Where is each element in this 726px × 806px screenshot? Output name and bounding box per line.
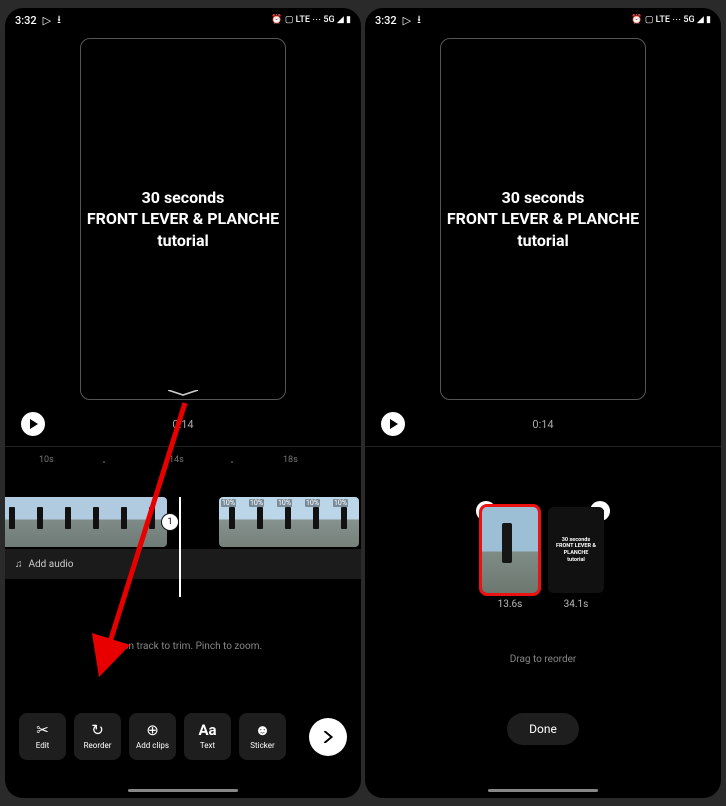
reorder-clip-1[interactable]: 13.6s — [482, 507, 538, 610]
reorder-panel: 13.6s 30 seconds FRONT LEVER & PLANCHE t… — [365, 447, 721, 798]
sticker-button[interactable]: ☻ Sticker — [239, 713, 286, 760]
video-preview[interactable]: 30 seconds FRONT LEVER & PLANCHE tutoria… — [80, 38, 286, 400]
gesture-bar — [488, 789, 598, 792]
reorder-hint: Drag to reorder — [510, 654, 577, 665]
sticker-icon: ☻ — [255, 723, 271, 738]
timeline-hint: Tap on track to trim. Pinch to zoom. — [5, 641, 361, 652]
scissors-icon: ✂ — [36, 723, 49, 738]
play-store-icon: ▷ — [403, 14, 411, 27]
status-bar: 3:32 ▷ ⭳ ⏰ ▢ LTE ⋯ 5G ◢ ▮ — [5, 8, 361, 32]
add-clips-icon: ⊕ — [146, 723, 159, 738]
done-button[interactable]: Done — [507, 713, 579, 745]
clips-row[interactable]: 1 10% 10% 10% 10% 10% — [5, 497, 361, 547]
clip-duration-label: 34.1s — [548, 599, 604, 610]
edit-button[interactable]: ✂ Edit — [19, 713, 66, 760]
toolbar: ✂ Edit ↻ Reorder ⊕ Add clips Aa Text ☻ S… — [5, 713, 361, 760]
text-icon: Aa — [198, 723, 216, 738]
next-button[interactable] — [309, 718, 347, 756]
play-button[interactable] — [381, 412, 405, 436]
chevron-down-icon[interactable] — [168, 381, 198, 387]
clip-duration-label: 13.6s — [482, 599, 538, 610]
clip-2[interactable]: 10% 10% 10% 10% 10% — [219, 497, 359, 547]
right-screenshot: 3:32 ▷ ⭳ ⏰ ▢ LTE ⋯ 5G ◢ ▮ 30 seconds FRO… — [365, 8, 721, 798]
play-store-icon: ▷ — [43, 14, 51, 27]
add-audio-button[interactable]: ♫ Add audio — [5, 549, 361, 579]
video-preview[interactable]: 30 seconds FRONT LEVER & PLANCHE tutoria… — [440, 38, 646, 400]
status-icons-right: ⏰ ▢ LTE ⋯ 5G ◢ ▮ — [271, 15, 351, 25]
preview-text: 30 seconds FRONT LEVER & PLANCHE tutoria… — [447, 187, 639, 252]
clock-label: 3:32 — [375, 14, 397, 27]
current-time-label: 0:14 — [532, 418, 553, 431]
add-clips-button[interactable]: ⊕ Add clips — [129, 713, 176, 760]
timeline-ruler: 10s 14s 18s — [5, 455, 361, 469]
play-button[interactable] — [21, 412, 45, 436]
music-note-icon: ♫ — [15, 559, 23, 570]
text-button[interactable]: Aa Text — [184, 713, 231, 760]
transition-badge[interactable]: 1 — [161, 513, 179, 531]
clip-1[interactable] — [5, 497, 167, 547]
status-bar: 3:32 ▷ ⭳ ⏰ ▢ LTE ⋯ 5G ◢ ▮ — [365, 8, 721, 32]
preview-text: 30 seconds FRONT LEVER & PLANCHE tutoria… — [87, 187, 279, 252]
download-icon: ⭳ — [417, 11, 421, 30]
timeline[interactable]: 10s 14s 18s 1 10% 10% 10% 10% 10% ♫ — [5, 447, 361, 798]
reorder-icon: ↻ — [91, 723, 104, 738]
reorder-clip-2[interactable]: 30 seconds FRONT LEVER & PLANCHE tutoria… — [548, 507, 604, 610]
clock-label: 3:32 — [15, 14, 37, 27]
status-icons-right: ⏰ ▢ LTE ⋯ 5G ◢ ▮ — [631, 15, 711, 25]
download-icon: ⭳ — [57, 11, 61, 30]
playhead[interactable] — [179, 497, 181, 597]
gesture-bar — [128, 789, 238, 792]
current-time-label: 0:14 — [172, 418, 193, 431]
reorder-button[interactable]: ↻ Reorder — [74, 713, 121, 760]
left-screenshot: 3:32 ▷ ⭳ ⏰ ▢ LTE ⋯ 5G ◢ ▮ 30 seconds FRO… — [5, 8, 361, 798]
add-audio-label: Add audio — [29, 559, 74, 570]
